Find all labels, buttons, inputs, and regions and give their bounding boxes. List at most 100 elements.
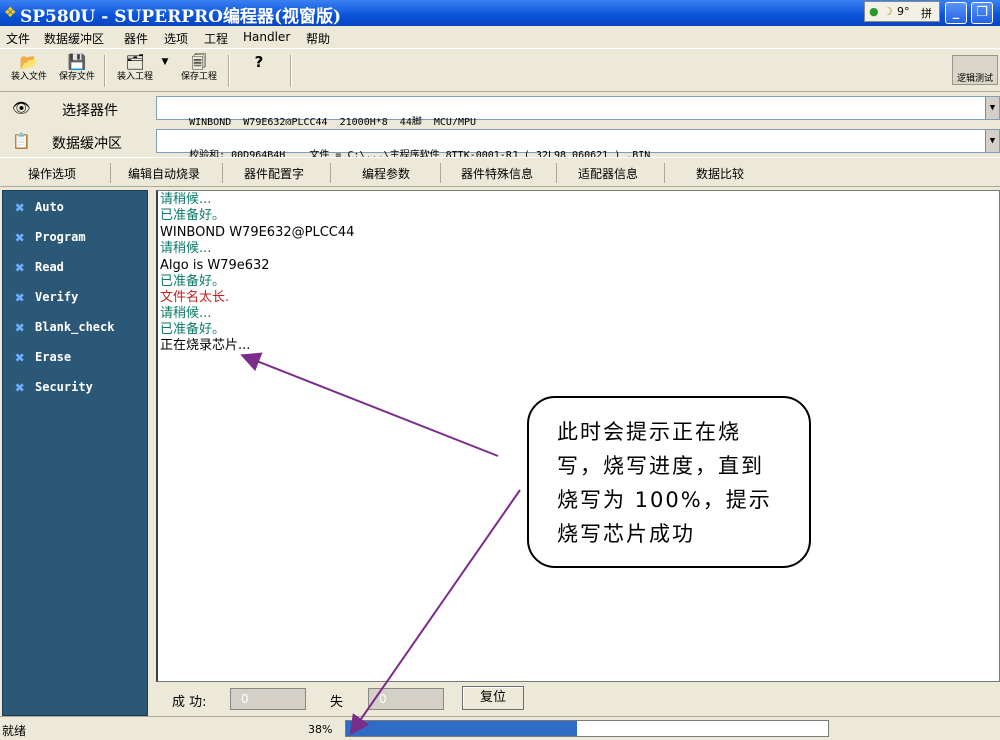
reset-button[interactable]: 复位 [462,686,524,710]
buffer-row: 📋 数据缓冲区 校验和: 00D964B4H 文件 = C:\...\主程序软件… [0,125,1000,161]
tab-auto-burn[interactable]: 编辑自动烧录 [128,165,200,182]
side-item-security[interactable]: ✖ Security [11,377,141,399]
load-project-dropdown[interactable]: ▼ [158,53,172,89]
ime-toolbar[interactable]: ● ☽ 9° 拼 [864,1,940,22]
stack-icon: 🗂 [125,53,145,71]
toolbar: 📂 装入文件 💾 保存文件 🗂 装入工程 ▼ 🗐 保存工程 ? 逻辑测试 [0,48,1000,92]
tab-adapter-info[interactable]: 适配器信息 [578,165,638,182]
progress-percent: 38% [308,723,333,736]
function-tabs: 操作选项 编辑自动烧录 器件配置字 编程参数 器件特殊信息 适配器信息 数据比较 [0,157,1000,187]
log-line: WINBOND W79E632@PLCC44 [160,225,355,240]
callout-line: 此时会提示正在烧 [557,420,741,444]
menu-file[interactable]: 文件 [6,30,30,47]
menu-help[interactable]: 帮助 [306,30,330,47]
logic-test-button[interactable]: 逻辑测试 [952,55,998,85]
side-item-erase[interactable]: ✖ Erase [11,347,141,369]
save-project-label: 保存工程 [180,72,217,82]
open-folder-icon: 📂 [19,53,39,71]
menu-handler[interactable]: Handler [243,30,290,44]
copy-icon: 🗐 [191,53,207,71]
floppy-icon: 💾 [67,53,87,71]
callout-line: 烧写为 100%，提示 [557,488,772,512]
x-icon: ✖ [15,228,25,247]
side-item-label: Security [35,380,93,394]
x-icon: ✖ [15,288,25,307]
side-item-label: Blank_check [35,320,115,334]
help-icon: ? [254,53,264,71]
app-icon: ❖ [4,5,17,21]
counter-bar: 成 功: 0 失 0 复位 [156,684,1000,714]
log-line: 正在烧录芯片... [160,338,251,353]
toolbar-divider [290,55,292,87]
logic-test-label: 逻辑测试 [956,74,993,84]
load-project-button[interactable]: 🗂 装入工程 [112,53,158,89]
tab-divider [556,163,557,183]
menu-buffer[interactable]: 数据缓冲区 [44,30,104,47]
success-count-field: 0 [230,688,306,710]
log-line: 已准备好。 [160,274,226,289]
side-item-label: Verify [35,290,79,304]
x-icon: ✖ [15,348,25,367]
tab-divider [222,163,223,183]
log-line: 已准备好。 [160,322,226,337]
menu-bar: 文件 数据缓冲区 器件 选项 工程 Handler 帮助 [0,26,1000,48]
log-line: Algo is W79e632 [160,258,270,273]
ime-logo-icon: ● [869,5,879,18]
dropdown-arrow-icon: ▼ [161,57,169,67]
progress-fill [346,721,578,736]
side-item-label: Erase [35,350,72,364]
menu-device[interactable]: 器件 [124,30,148,47]
callout-line: 写，烧写进度，直到 [557,454,764,478]
tab-data-compare[interactable]: 数据比较 [696,165,744,182]
menu-project[interactable]: 工程 [204,30,228,47]
combo-arrow-icon[interactable]: ▼ [985,97,999,119]
x-icon: ✖ [15,318,25,337]
side-item-auto[interactable]: ✖ Auto [11,197,141,219]
memo-icon: 📋 [12,132,31,150]
success-label: 成 功: [172,695,207,710]
save-file-label: 保存文件 [58,72,95,82]
device-combo[interactable]: WINBOND W79E632@PLCC44 21000H*8 44脚 MCU/… [156,96,1000,128]
side-item-label: Auto [35,200,64,214]
fail-label: 失 [330,695,344,710]
fail-count-field: 0 [368,688,444,710]
tab-divider [664,163,665,183]
side-item-blank-check[interactable]: ✖ Blank_check [11,317,141,339]
buffer-label: 数据缓冲区 [52,136,122,152]
side-item-verify[interactable]: ✖ Verify [11,287,141,309]
side-item-program[interactable]: ✖ Program [11,227,141,249]
tab-program-params[interactable]: 编程参数 [362,165,410,182]
operation-panel: ✖ Auto ✖ Program ✖ Read ✖ Verify ✖ Blank… [2,190,148,716]
combo-arrow-icon[interactable]: ▼ [985,130,999,152]
tab-device-info[interactable]: 器件特殊信息 [461,165,533,182]
minimize-button[interactable]: _ [945,2,967,24]
save-file-button[interactable]: 💾 保存文件 [54,53,100,89]
log-line: 请稍候... [160,241,212,256]
tab-divider [330,163,331,183]
progress-bar [345,720,829,737]
side-item-read[interactable]: ✖ Read [11,257,141,279]
ime-mode-label[interactable]: 拼 [921,5,932,21]
annotation-callout: 此时会提示正在烧 写，烧写进度，直到 烧写为 100%，提示 烧写芯片成功 [527,396,811,568]
log-line: 请稍候... [160,306,212,321]
menu-options[interactable]: 选项 [164,30,188,47]
window-title: SP580U - SUPERPRO编程器(视窗版) [20,7,342,27]
callout-line: 烧写芯片成功 [557,522,695,546]
tab-config-word[interactable]: 器件配置字 [244,165,304,182]
load-file-button[interactable]: 📂 装入文件 [6,53,52,89]
load-file-label: 装入文件 [10,72,47,82]
save-project-button[interactable]: 🗐 保存工程 [176,53,222,89]
x-icon: ✖ [15,378,25,397]
buffer-combo[interactable]: 校验和: 00D964B4H 文件 = C:\...\主程序软件 8TTK-00… [156,129,1000,161]
moon-icon: ☽ [883,5,893,18]
x-icon: ✖ [15,258,25,277]
help-button[interactable]: ? [236,53,282,89]
restore-button[interactable]: ❐ [971,2,993,24]
toolbar-divider [104,55,106,87]
x-icon: ✖ [15,198,25,217]
tab-operation-options[interactable]: 操作选项 [28,165,76,182]
title-bar: ❖ SP580U - SUPERPRO编程器(视窗版) ● ☽ 9° 拼 _ ❐ [0,0,1000,27]
log-line: 请稍候... [160,192,212,207]
side-item-label: Program [35,230,86,244]
select-device-label: 选择器件 [62,103,118,119]
